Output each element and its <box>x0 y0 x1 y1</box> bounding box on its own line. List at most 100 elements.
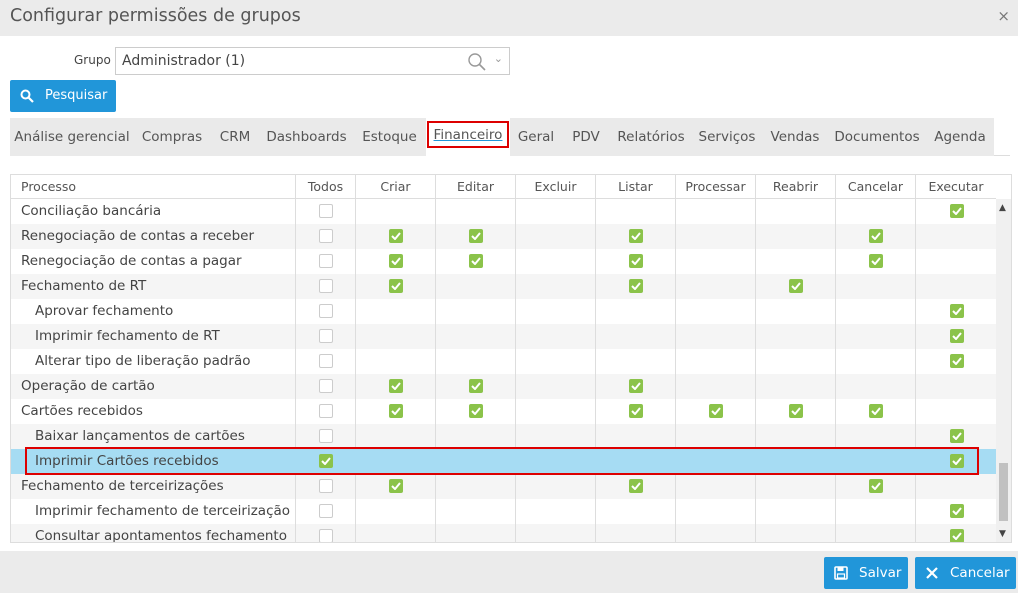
column-header-listar[interactable]: Listar <box>595 175 675 199</box>
column-header-todos[interactable]: Todos <box>295 175 355 199</box>
scroll-up-icon[interactable]: ▲ <box>999 203 1006 213</box>
checked-checkbox[interactable] <box>869 404 883 418</box>
permission-cell-reabrir <box>755 374 835 399</box>
tab-financeiro[interactable]: Financeiro <box>426 118 510 156</box>
table-row[interactable]: Consultar apontamentos fechamento de te <box>11 524 996 542</box>
scrollbar-thumb[interactable] <box>999 463 1008 521</box>
checked-checkbox[interactable] <box>389 254 403 268</box>
permission-cell-executar <box>915 424 996 449</box>
tab-vendas[interactable]: Vendas <box>762 118 828 156</box>
cancel-button[interactable]: Cancelar <box>915 557 1016 589</box>
tab-compras[interactable]: Compras <box>134 118 210 156</box>
checked-checkbox[interactable] <box>629 479 643 493</box>
tab-servi-os[interactable]: Serviços <box>692 118 762 156</box>
checked-checkbox[interactable] <box>389 279 403 293</box>
checked-checkbox[interactable] <box>949 504 964 518</box>
checked-checkbox[interactable] <box>949 429 964 443</box>
checked-checkbox[interactable] <box>389 404 403 418</box>
checked-checkbox[interactable] <box>629 229 643 243</box>
checked-checkbox[interactable] <box>949 329 964 343</box>
checked-checkbox[interactable] <box>629 379 643 393</box>
table-row[interactable]: Aprovar fechamento <box>11 299 996 324</box>
permission-cell-listar <box>595 299 675 324</box>
checked-checkbox[interactable] <box>709 404 723 418</box>
unchecked-checkbox[interactable] <box>319 329 333 343</box>
column-header-reabrir[interactable]: Reabrir <box>755 175 835 199</box>
checked-checkbox[interactable] <box>949 529 964 542</box>
checked-checkbox[interactable] <box>629 254 643 268</box>
table-row[interactable]: Imprimir fechamento de terceirização <box>11 499 996 524</box>
table-row[interactable]: Imprimir Cartões recebidos <box>11 449 996 474</box>
column-header-processo[interactable]: Processo <box>11 175 295 199</box>
checked-checkbox[interactable] <box>319 454 333 468</box>
checked-checkbox[interactable] <box>789 279 803 293</box>
unchecked-checkbox[interactable] <box>319 504 333 518</box>
permission-cell-excluir <box>515 424 595 449</box>
column-header-excluir[interactable]: Excluir <box>515 175 595 199</box>
column-header-cancelar[interactable]: Cancelar <box>835 175 915 199</box>
tab-crm[interactable]: CRM <box>210 118 260 156</box>
unchecked-checkbox[interactable] <box>319 279 333 293</box>
checked-checkbox[interactable] <box>469 404 483 418</box>
unchecked-checkbox[interactable] <box>319 479 333 493</box>
table-row[interactable]: Renegociação de contas a pagar <box>11 249 996 274</box>
unchecked-checkbox[interactable] <box>319 404 333 418</box>
table-row[interactable]: Fechamento de RT <box>11 274 996 299</box>
unchecked-checkbox[interactable] <box>319 379 333 393</box>
search-icon[interactable] <box>467 52 487 72</box>
tab-dashboards[interactable]: Dashboards <box>260 118 353 156</box>
unchecked-checkbox[interactable] <box>319 529 333 542</box>
column-header-processar[interactable]: Processar <box>675 175 755 199</box>
unchecked-checkbox[interactable] <box>319 229 333 243</box>
column-header-editar[interactable]: Editar <box>435 175 515 199</box>
save-button[interactable]: Salvar <box>824 557 908 589</box>
column-header-criar[interactable]: Criar <box>355 175 435 199</box>
checked-checkbox[interactable] <box>949 354 964 368</box>
checked-checkbox[interactable] <box>389 479 403 493</box>
tab-estoque[interactable]: Estoque <box>353 118 426 156</box>
tab-agenda[interactable]: Agenda <box>926 118 994 156</box>
checked-checkbox[interactable] <box>869 479 883 493</box>
table-row[interactable]: Conciliação bancária <box>11 199 996 224</box>
checked-checkbox[interactable] <box>389 379 403 393</box>
checked-checkbox[interactable] <box>949 304 964 318</box>
unchecked-checkbox[interactable] <box>319 354 333 368</box>
checked-checkbox[interactable] <box>789 404 803 418</box>
table-row[interactable]: Operação de cartão <box>11 374 996 399</box>
checked-checkbox[interactable] <box>949 454 964 468</box>
chevron-down-icon[interactable]: ⌄ <box>494 52 503 65</box>
tab-relat-rios[interactable]: Relatórios <box>610 118 692 156</box>
tab-geral[interactable]: Geral <box>510 118 562 156</box>
table-row[interactable]: Alterar tipo de liberação padrão <box>11 349 996 374</box>
table-row[interactable]: Fechamento de terceirizações <box>11 474 996 499</box>
column-header-executar[interactable]: Executar <box>915 175 996 199</box>
vertical-scrollbar[interactable]: ▲ ▼ <box>996 199 1011 542</box>
table-row[interactable]: Imprimir fechamento de RT <box>11 324 996 349</box>
checked-checkbox[interactable] <box>949 204 964 218</box>
search-button[interactable]: Pesquisar <box>10 80 116 112</box>
permission-cell-processar <box>675 449 755 474</box>
checked-checkbox[interactable] <box>469 229 483 243</box>
table-row[interactable]: Baixar lançamentos de cartões <box>11 424 996 449</box>
unchecked-checkbox[interactable] <box>319 429 333 443</box>
checked-checkbox[interactable] <box>629 279 643 293</box>
checked-checkbox[interactable] <box>469 379 483 393</box>
checked-checkbox[interactable] <box>629 404 643 418</box>
unchecked-checkbox[interactable] <box>319 304 333 318</box>
tab-an-lise-gerencial[interactable]: Análise gerencial <box>10 118 134 156</box>
permission-cell-listar <box>595 424 675 449</box>
unchecked-checkbox[interactable] <box>319 204 333 218</box>
table-row[interactable]: Renegociação de contas a receber <box>11 224 996 249</box>
checked-checkbox[interactable] <box>389 229 403 243</box>
tab-documentos[interactable]: Documentos <box>828 118 926 156</box>
close-icon[interactable]: × <box>997 7 1010 25</box>
checked-checkbox[interactable] <box>869 254 883 268</box>
permission-cell-processar <box>675 499 755 524</box>
scroll-down-icon[interactable]: ▼ <box>999 529 1006 539</box>
table-row[interactable]: Cartões recebidos <box>11 399 996 424</box>
checked-checkbox[interactable] <box>469 254 483 268</box>
unchecked-checkbox[interactable] <box>319 254 333 268</box>
tab-pdv[interactable]: PDV <box>562 118 610 156</box>
checked-checkbox[interactable] <box>869 229 883 243</box>
grupo-select[interactable]: Administrador (1) ⌄ <box>115 47 510 75</box>
